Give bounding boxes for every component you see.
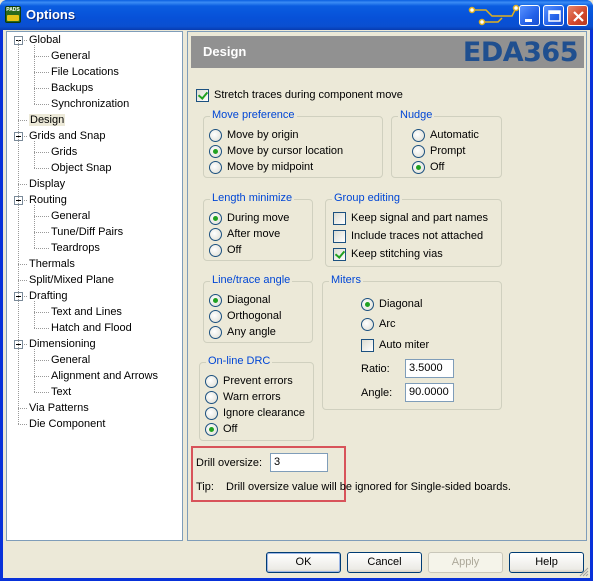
tree-item-label: Synchronization <box>51 98 130 110</box>
tree-item-hatch-and-flood[interactable]: Hatch and Flood <box>51 321 132 335</box>
tree-item-label: Die Component <box>29 418 106 430</box>
design-settings-panel: Design EDA365 Stretch traces during comp… <box>187 31 587 541</box>
tree-item-synchronization[interactable]: Synchronization <box>51 97 129 111</box>
tree-item-via-patterns[interactable]: Via Patterns <box>29 401 89 415</box>
group-editing-label: Group editing <box>332 192 403 204</box>
tree-item-text-and-lines[interactable]: Text and Lines <box>51 305 122 319</box>
tree-item-backups[interactable]: Backups <box>51 81 93 95</box>
miters-label: Miters <box>329 274 363 286</box>
ok-button[interactable]: OK <box>266 552 341 573</box>
tree-item-label: General <box>51 210 91 222</box>
nudge-group: Nudge Automatic Prompt Off <box>391 109 502 178</box>
tree-item-teardrops[interactable]: Teardrops <box>51 241 100 255</box>
tree-item-label: Teardrops <box>51 242 100 254</box>
minimize-button[interactable] <box>519 5 540 26</box>
resize-grip-icon[interactable] <box>577 565 589 577</box>
tree-item-label: General <box>51 50 91 62</box>
apply-button[interactable]: Apply <box>428 552 503 573</box>
tree-item-text[interactable]: Text <box>51 385 71 399</box>
dialog-client-area: Global General File Locations Backups Synchr… <box>3 30 590 578</box>
line-trace-angle-label: Line/trace angle <box>210 274 293 286</box>
tree-item-thermals[interactable]: Thermals <box>29 257 75 271</box>
tree-item-label: Grids <box>51 146 78 158</box>
cancel-button[interactable]: Cancel <box>347 552 422 573</box>
panel-header: Design EDA365 <box>191 36 584 68</box>
tree-item-label: Backups <box>51 82 94 94</box>
window-title: Options <box>26 7 76 22</box>
tree-item-label: General <box>51 354 91 366</box>
stretch-traces-label: Stretch traces during component move <box>214 89 403 101</box>
panel-title: Design <box>203 44 247 59</box>
ratio-label: Ratio: <box>361 363 390 375</box>
tree-item-label: Tune/Diff Pairs <box>51 226 124 238</box>
drill-oversize-input[interactable]: 3 <box>270 453 328 472</box>
nudge-label: Nudge <box>398 109 435 121</box>
maximize-button[interactable] <box>543 5 564 26</box>
tree-item-label: Text and Lines <box>51 306 122 318</box>
tree-item-label: Object Snap <box>51 162 112 174</box>
tree-item-label: Display <box>29 178 66 190</box>
title-bar[interactable]: PADS Options <box>0 0 593 30</box>
tree-item-design[interactable]: Design <box>29 113 66 127</box>
tip-label: Tip: <box>196 481 214 493</box>
options-window: PADS Options Global General File Locations… <box>0 0 593 581</box>
tree-item-label: Via Patterns <box>29 402 89 414</box>
tree-item-grids[interactable]: Grids <box>51 145 77 159</box>
length-minimize-label: Length minimize <box>210 192 295 204</box>
tree-item-label: File Locations <box>51 66 119 78</box>
category-tree[interactable]: Global General File Locations Backups Synchr… <box>6 31 183 541</box>
tree-item-label: Hatch and Flood <box>51 322 132 334</box>
tree-item-die-component[interactable]: Die Component <box>29 417 105 431</box>
tree-item-file-locations[interactable]: File Locations <box>51 65 119 79</box>
drill-oversize-label: Drill oversize: <box>196 457 263 469</box>
stretch-traces-check-icon[interactable] <box>196 89 209 102</box>
tree-item-general[interactable]: General <box>51 353 90 367</box>
angle-label: Angle: <box>361 387 393 399</box>
tree-item-split-mixed-plane[interactable]: Split/Mixed Plane <box>29 273 114 287</box>
online-drc-group: On-line DRC Prevent errors Warn errors I… <box>199 355 314 441</box>
move-preference-label: Move preference <box>210 109 297 121</box>
tree-item-label: Design <box>29 114 66 126</box>
eda365-watermark-logo: EDA365 <box>462 37 579 68</box>
length-minimize-group: Length minimize During move After move O… <box>203 192 313 261</box>
tree-item-object-snap[interactable]: Object Snap <box>51 161 112 175</box>
tree-item-grids-and-snap[interactable]: Grids and Snap <box>29 129 105 143</box>
tree-item-label: Grids and Snap <box>29 130 106 142</box>
tree-item-label: Split/Mixed Plane <box>29 274 114 286</box>
close-button[interactable] <box>567 5 588 26</box>
angle-input[interactable]: 90.0000 <box>405 383 454 402</box>
circuit-decoration-icon <box>468 4 520 26</box>
tree-item-general[interactable]: General <box>51 209 90 223</box>
tree-item-general[interactable]: General <box>51 49 90 63</box>
pads-app-icon[interactable]: PADS <box>5 6 21 23</box>
tree-item-tune-diff-pairs[interactable]: Tune/Diff Pairs <box>51 225 123 239</box>
line-trace-angle-group: Line/trace angle Diagonal Orthogonal Any… <box>203 274 313 343</box>
group-editing-group: Group editing Keep signal and part names… <box>325 192 502 267</box>
tree-item-label: Text <box>51 386 72 398</box>
tree-item-display[interactable]: Display <box>29 177 65 191</box>
tree-item-label: Thermals <box>29 258 75 270</box>
tree-item-dimensioning[interactable]: Dimensioning <box>29 337 96 351</box>
tree-item-alignment-and-arrows[interactable]: Alignment and Arrows <box>51 369 158 383</box>
help-button[interactable]: Help <box>509 552 584 573</box>
move-preference-group: Move preference Move by origin Move by c… <box>203 109 383 178</box>
app-icon-text: PADS <box>6 7 20 13</box>
tree-item-label: Dimensioning <box>29 338 96 350</box>
online-drc-label: On-line DRC <box>206 355 273 367</box>
miters-group: Miters Diagonal Arc Auto miter Ratio: 3.… <box>322 274 502 410</box>
tip-text: Drill oversize value will be ignored for… <box>226 481 511 493</box>
tree-item-label: Alignment and Arrows <box>51 370 158 382</box>
ratio-input[interactable]: 3.5000 <box>405 359 454 378</box>
